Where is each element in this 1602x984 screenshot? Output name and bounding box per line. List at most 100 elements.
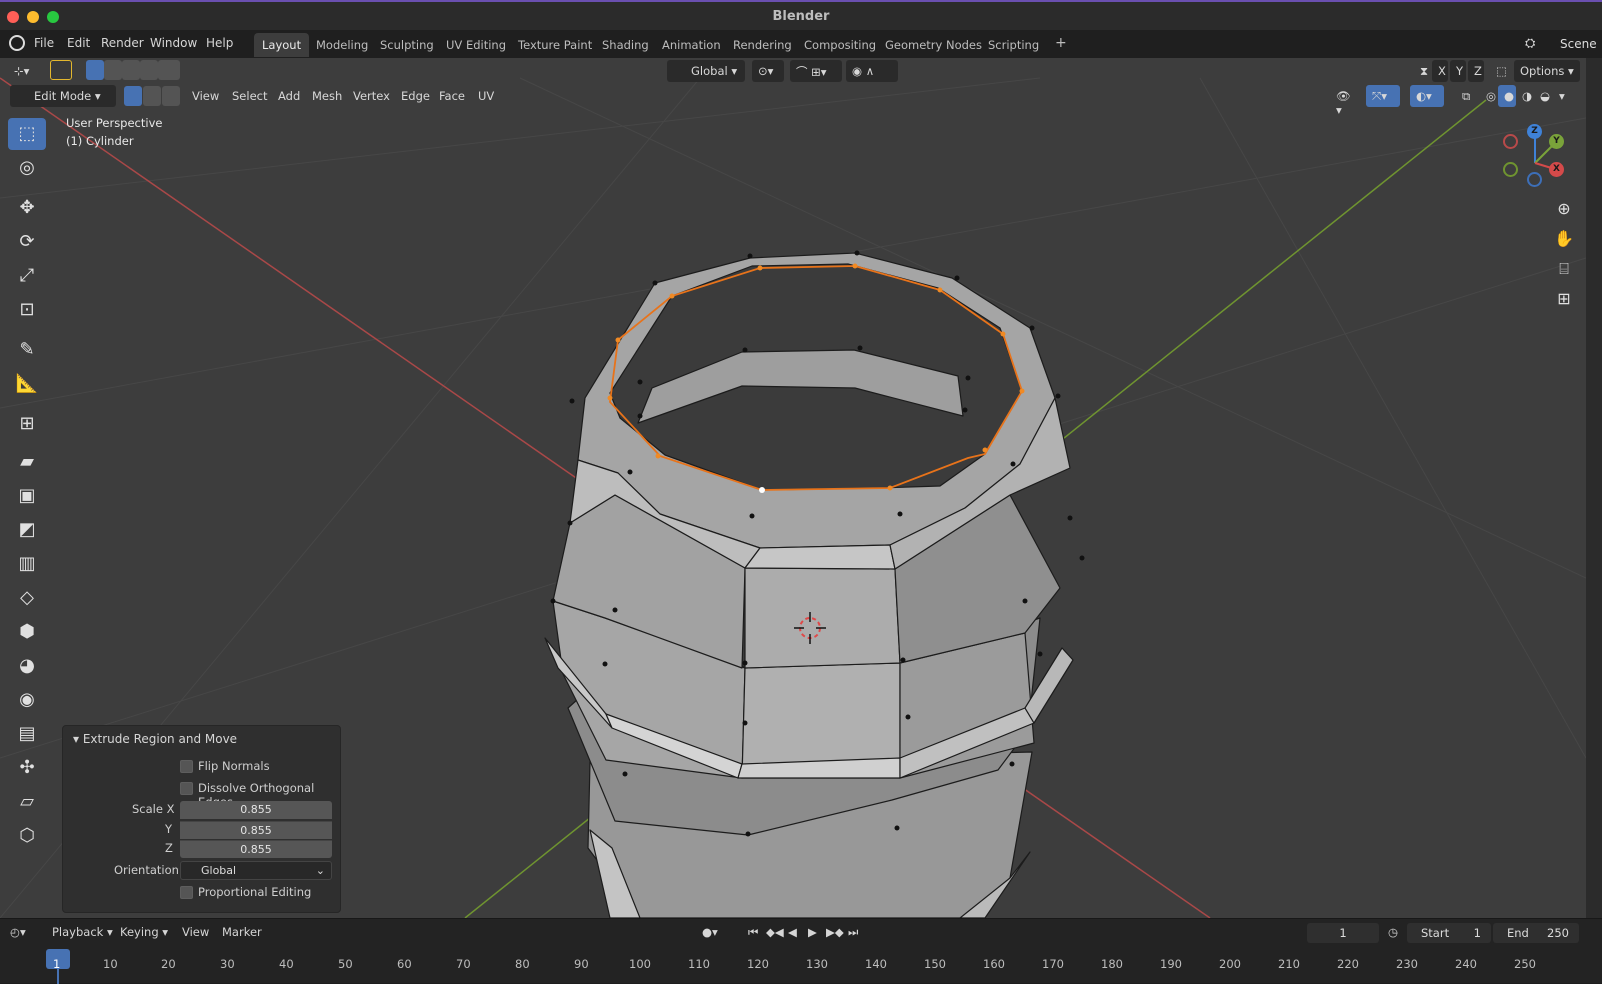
face-select-mode[interactable] — [162, 86, 180, 106]
vertex-select-mode[interactable] — [124, 86, 142, 106]
camera-icon[interactable]: ⌸ — [1551, 256, 1577, 282]
rendered-shading-icon[interactable]: ◒ — [1534, 85, 1552, 107]
scale-y-field[interactable]: 0.855 — [180, 821, 332, 839]
edge-select-mode[interactable] — [143, 86, 161, 106]
select-tool-button[interactable] — [50, 60, 72, 80]
menu-edit[interactable]: Edit — [67, 36, 90, 50]
scale-z-field[interactable]: 0.855 — [180, 840, 332, 858]
timeline-ruler[interactable] — [0, 949, 1602, 984]
editor-type-icon[interactable]: ⊹▾ — [8, 60, 40, 82]
viewport-menu-uv[interactable]: UV — [472, 85, 500, 107]
select-new-mode[interactable] — [86, 60, 104, 80]
rip-region-tool-icon[interactable]: ⬡ — [8, 820, 46, 852]
select-extend-mode[interactable] — [104, 60, 122, 80]
tab-modeling[interactable]: Modeling — [308, 33, 376, 57]
jump-to-end-icon[interactable]: ⏭ — [848, 925, 858, 940]
timeline-menu-marker[interactable]: Marker — [222, 925, 262, 939]
mirror-icon[interactable]: ⧗ — [1414, 60, 1432, 82]
proportional-editing-toggle[interactable]: ◉ ∧ — [846, 60, 898, 82]
properties-edge-strip[interactable] — [1586, 58, 1602, 918]
tab-layout[interactable]: Layout — [254, 33, 310, 57]
material-shading-icon[interactable]: ◑ — [1516, 85, 1534, 107]
cursor-tool-icon[interactable]: ◎ — [8, 152, 46, 184]
poly-build-tool-icon[interactable]: ⬢ — [8, 616, 46, 648]
xray-toggle-icon[interactable]: ⧉ — [1456, 85, 1476, 107]
viewport-menu-face[interactable]: Face — [433, 85, 471, 107]
shrink-fatten-tool-icon[interactable]: ✣ — [8, 752, 46, 784]
bevel-tool-icon[interactable]: ◩ — [8, 514, 46, 546]
gizmo-z-axis[interactable]: Z — [1527, 124, 1542, 139]
options-dropdown[interactable]: Options ▾ — [1514, 60, 1580, 82]
timeline-editor-type-icon[interactable]: ◴▾ — [10, 925, 26, 939]
edge-slide-tool-icon[interactable]: ▤ — [8, 718, 46, 750]
select-subtract-mode[interactable] — [122, 60, 140, 80]
move-tool-icon[interactable]: ✥ — [8, 192, 46, 224]
operator-panel-header[interactable]: ▾ Extrude Region and Move — [73, 732, 237, 746]
select-invert-mode[interactable] — [140, 60, 158, 80]
viewport-menu-view[interactable]: View — [186, 85, 225, 107]
scale-tool-icon[interactable]: ⤢ — [8, 260, 46, 292]
mode-dropdown[interactable]: Edit Mode ▾ — [10, 85, 116, 107]
tab-texture-paint[interactable]: Texture Paint — [510, 33, 600, 57]
shear-tool-icon[interactable]: ▱ — [8, 786, 46, 818]
zoom-icon[interactable]: ⊕ — [1551, 196, 1577, 222]
gizmo-neg-z[interactable] — [1527, 172, 1542, 187]
smooth-tool-icon[interactable]: ◉ — [8, 684, 46, 716]
scene-icon[interactable]: ⛭ — [1525, 36, 1545, 54]
gizmo-neg-x[interactable] — [1503, 134, 1518, 149]
scale-x-field[interactable]: 0.855 — [180, 801, 332, 819]
mirror-z-toggle[interactable]: Z — [1468, 60, 1484, 82]
tab-shading[interactable]: Shading — [594, 33, 657, 57]
loop-cut-tool-icon[interactable]: ▥ — [8, 548, 46, 580]
timeline-menu-keying[interactable]: Keying ▾ — [120, 925, 168, 939]
snap-toggle[interactable]: ⌒ ⊞▾ — [790, 60, 842, 82]
annotate-tool-icon[interactable]: ✎ — [8, 334, 46, 366]
add-cube-tool-icon[interactable]: ⊞ — [8, 408, 46, 440]
auto-merge-icon[interactable]: ⬚ — [1490, 60, 1510, 82]
extrude-region-tool-icon[interactable]: ▰ — [8, 446, 46, 478]
shading-options-icon[interactable]: ▾ — [1553, 85, 1569, 107]
mirror-y-toggle[interactable]: Y — [1450, 60, 1466, 82]
spin-tool-icon[interactable]: ◕ — [8, 650, 46, 682]
pivot-point-dropdown[interactable]: ⊙▾ — [752, 60, 784, 82]
record-keyframe-icon[interactable]: ●▾ — [702, 925, 718, 939]
menu-render[interactable]: Render — [101, 36, 144, 50]
dissolve-orthogonal-checkbox[interactable] — [180, 782, 193, 795]
viewport-menu-mesh[interactable]: Mesh — [306, 85, 348, 107]
end-frame-field[interactable]: End 250 — [1493, 923, 1579, 943]
knife-tool-icon[interactable]: ◇ — [8, 582, 46, 614]
play-icon[interactable]: ▶ — [808, 925, 817, 939]
gizmo-toggle-icon[interactable]: ⤧▾ — [1366, 85, 1400, 107]
wireframe-shading-icon[interactable]: ◎ — [1480, 85, 1498, 107]
rotate-tool-icon[interactable]: ⟳ — [8, 226, 46, 258]
current-frame-field[interactable]: 1 — [1307, 923, 1379, 943]
solid-shading-icon[interactable]: ● — [1498, 85, 1516, 107]
scene-name[interactable]: Scene — [1560, 37, 1597, 51]
jump-to-keyframe-forward-icon[interactable]: ▶◆ — [826, 925, 844, 939]
tab-geometry-nodes[interactable]: Geometry Nodes — [877, 33, 990, 57]
jump-to-start-icon[interactable]: ⏮ — [748, 925, 758, 940]
viewport-menu-vertex[interactable]: Vertex — [347, 85, 396, 107]
play-reverse-icon[interactable]: ◀ — [788, 925, 797, 939]
gizmo-y-axis[interactable]: Y — [1549, 134, 1564, 149]
clock-icon[interactable]: ◷ — [1388, 925, 1398, 939]
menu-window[interactable]: Window — [150, 36, 197, 50]
orientation-select[interactable]: Global ⌄ — [180, 861, 332, 880]
timeline-menu-view[interactable]: View — [182, 925, 209, 939]
add-workspace-button[interactable]: + — [1047, 33, 1075, 57]
pan-hand-icon[interactable]: ✋ — [1551, 226, 1577, 252]
flip-normals-checkbox[interactable] — [180, 760, 193, 773]
select-intersect-mode[interactable] — [158, 60, 180, 80]
grid-view-icon[interactable]: ⊞ — [1551, 286, 1577, 312]
visibility-icon[interactable]: 👁▾ — [1330, 85, 1358, 117]
mirror-x-toggle[interactable]: X — [1432, 60, 1448, 82]
viewport-menu-select[interactable]: Select — [226, 85, 273, 107]
tab-animation[interactable]: Animation — [654, 33, 729, 57]
transform-tool-icon[interactable]: ⊡ — [8, 294, 46, 326]
blender-logo-icon[interactable] — [9, 35, 25, 51]
start-frame-field[interactable]: Start 1 — [1407, 923, 1491, 943]
gizmo-x-axis[interactable]: X — [1549, 162, 1564, 177]
inset-faces-tool-icon[interactable]: ▣ — [8, 480, 46, 512]
tab-compositing[interactable]: Compositing — [796, 33, 884, 57]
orientation-dropdown[interactable]: Global ▾ — [667, 60, 745, 82]
